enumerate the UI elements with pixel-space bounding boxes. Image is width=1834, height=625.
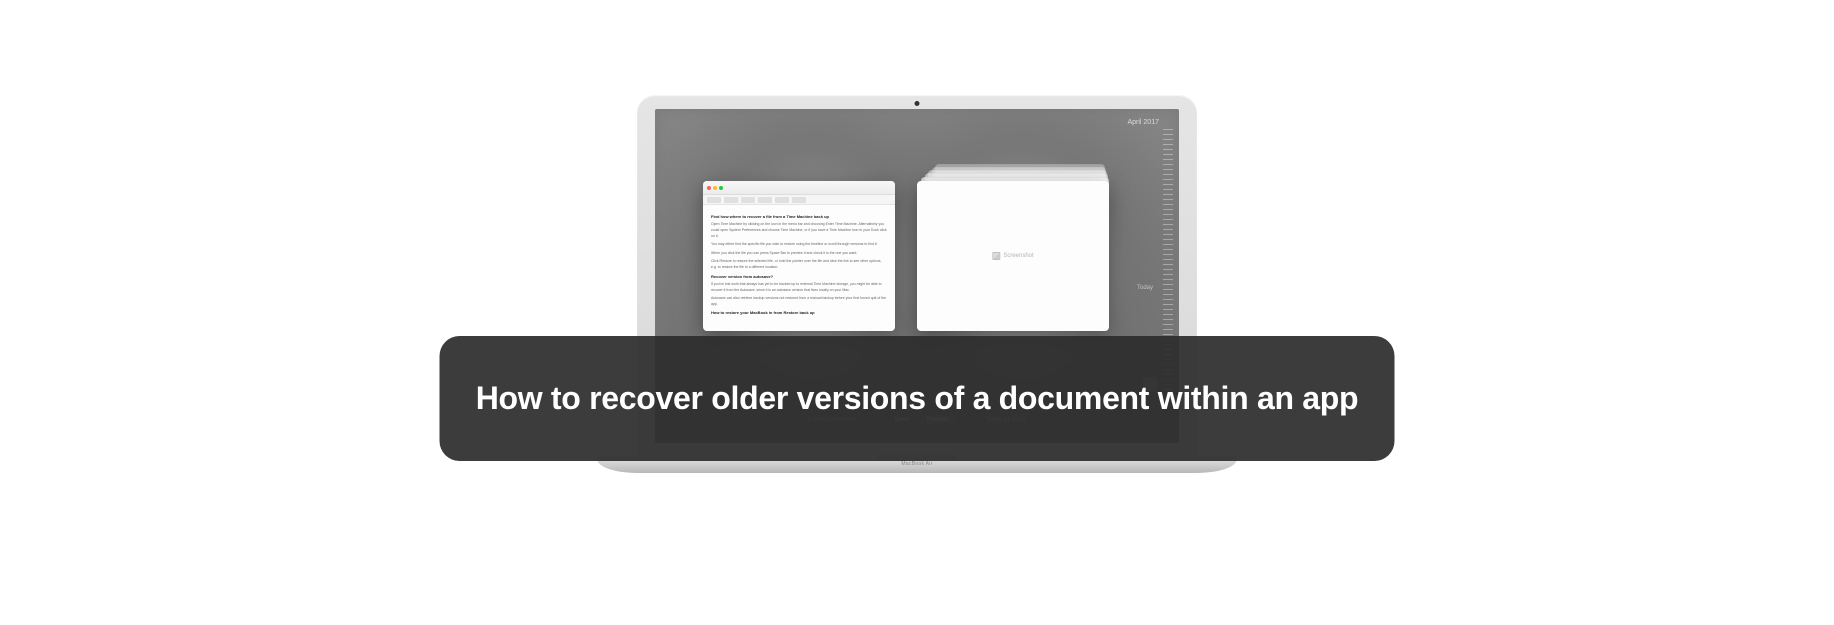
timeline-date-label: April 2017 [1127, 119, 1159, 126]
doc-paragraph: If you've lost work that always has yet … [711, 282, 887, 293]
camera-icon [915, 101, 920, 106]
doc-heading: How to restore your MacBook in from Rest… [711, 310, 887, 316]
placeholder-label: Screenshot [1003, 253, 1033, 259]
document-body: Find how where to recover a file from a … [703, 205, 895, 325]
toolbar-item [724, 197, 738, 203]
version-placeholder: Screenshot [992, 252, 1033, 260]
laptop-brand-label: MacBook Air [901, 461, 932, 467]
doc-paragraph: You may either find the specific file yo… [711, 242, 887, 248]
toolbar-item [792, 197, 806, 203]
toolbar-item [707, 197, 721, 203]
toolbar-item [758, 197, 772, 203]
current-document-window: Find how where to recover a file from a … [703, 181, 895, 331]
minimize-icon [713, 186, 717, 190]
doc-heading: Recover version from autosave? [711, 274, 887, 280]
image-placeholder-icon [992, 252, 1000, 260]
doc-paragraph: Open Time Machine by clicking on the ico… [711, 222, 887, 239]
close-icon [707, 186, 711, 190]
doc-paragraph: When you click the file you can press Sp… [711, 251, 887, 257]
zoom-icon [719, 186, 723, 190]
article-title: How to recover older versions of a docum… [476, 380, 1359, 417]
doc-paragraph: Autosave can also retrieve backup versio… [711, 296, 887, 307]
document-toolbar [703, 195, 895, 205]
window-titlebar [703, 181, 895, 195]
toolbar-item [775, 197, 789, 203]
version-document-window: Screenshot [917, 181, 1109, 331]
toolbar-item [741, 197, 755, 203]
title-banner: How to recover older versions of a docum… [440, 336, 1395, 461]
timeline-today-label: Today [1137, 285, 1153, 291]
doc-paragraph: Click Restore to restore the selected fi… [711, 259, 887, 270]
doc-heading: Find how where to recover a file from a … [711, 214, 887, 220]
